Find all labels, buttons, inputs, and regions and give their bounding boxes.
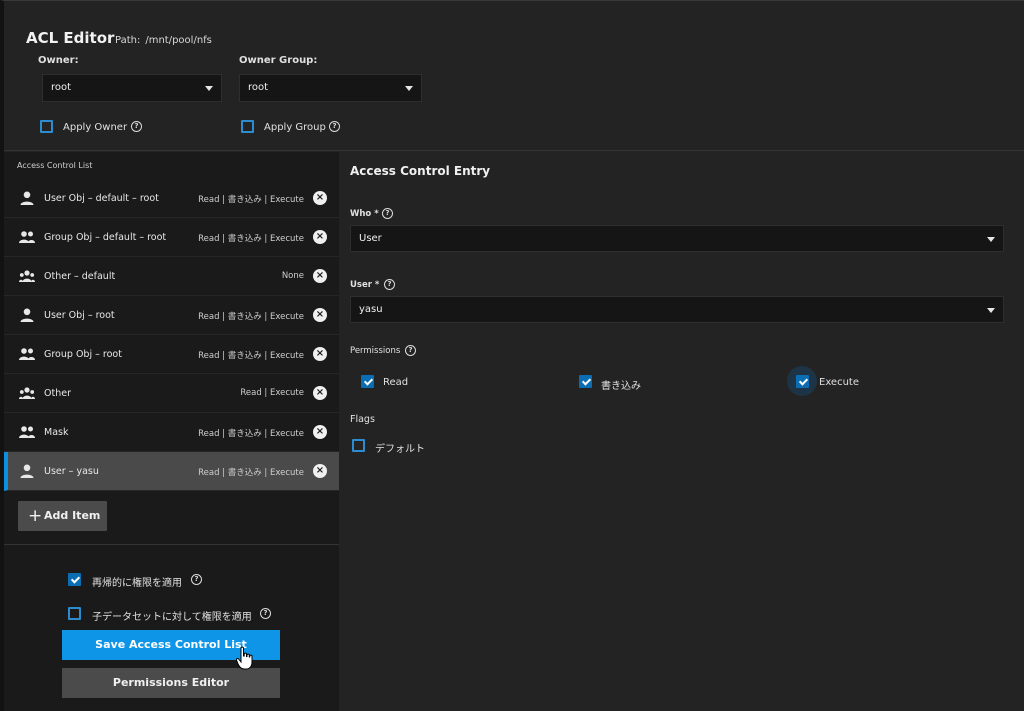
- flags-label: Flags: [350, 414, 375, 425]
- acl-item-name: User – yasu: [44, 466, 99, 477]
- permission-write-checkbox[interactable]: [579, 375, 592, 388]
- acl-item-name: Group Obj – root: [44, 349, 122, 360]
- acl-item-name: User Obj – root: [44, 310, 115, 321]
- acl-item[interactable]: Group Obj – default – root Read | 書き込み |…: [4, 218, 339, 257]
- permission-write-label: 書き込み: [601, 381, 641, 392]
- user-label: User *: [350, 280, 380, 290]
- group-icon: [19, 348, 35, 360]
- recursive-checkbox[interactable]: [68, 573, 81, 586]
- chevron-down-icon: [987, 237, 995, 242]
- user-icon: [20, 191, 34, 205]
- apply-group-label: Apply Group: [264, 122, 326, 133]
- dataset-path: Path: /mnt/pool/nfs: [115, 35, 212, 46]
- user-select-value: yasu: [359, 304, 383, 315]
- acl-item[interactable]: User Obj – default – root Read | 書き込み | …: [4, 179, 339, 218]
- acl-item[interactable]: User Obj – root Read | 書き込み | Execute ×: [4, 296, 339, 335]
- group-icon: [19, 231, 35, 243]
- path-value: /mnt/pool/nfs: [145, 35, 212, 46]
- everyone-icon: [19, 270, 35, 282]
- path-label: Path:: [115, 35, 141, 46]
- apply-owner-label: Apply Owner: [63, 122, 128, 133]
- acl-item-name: Group Obj – default – root: [44, 232, 167, 243]
- help-icon[interactable]: ?: [382, 208, 393, 219]
- user-select[interactable]: yasu: [350, 296, 1004, 323]
- hand-cursor-icon: [236, 646, 253, 670]
- acl-item[interactable]: Other – default None ×: [4, 257, 339, 296]
- recursive-label: 再帰的に権限を適用: [92, 578, 182, 589]
- add-item-button[interactable]: + Add Item: [18, 501, 107, 531]
- permissions-label: Permissions: [350, 346, 401, 356]
- acl-item[interactable]: Mask Read | 書き込み | Execute ×: [4, 413, 339, 452]
- remove-icon[interactable]: ×: [313, 230, 327, 244]
- owner-group-select[interactable]: root: [239, 74, 422, 102]
- remove-icon[interactable]: ×: [313, 347, 327, 361]
- acl-item-name: Other – default: [44, 271, 116, 282]
- acl-item-permissions: Read | 書き込み | Execute: [198, 468, 304, 478]
- acl-item-selected[interactable]: User – yasu Read | 書き込み | Execute ×: [4, 452, 339, 491]
- apply-owner-checkbox[interactable]: [40, 120, 53, 133]
- chevron-down-icon: [205, 86, 213, 91]
- help-icon[interactable]: ?: [191, 574, 202, 585]
- user-icon: [20, 464, 34, 478]
- acl-item-permissions: Read | 書き込み | Execute: [198, 312, 304, 322]
- remove-icon[interactable]: ×: [313, 425, 327, 439]
- who-select[interactable]: User: [350, 225, 1004, 252]
- acl-editor-header: ACL Editor Path: /mnt/pool/nfs Owner: roo…: [4, 1, 1024, 151]
- acl-item-name: Mask: [44, 427, 69, 438]
- acl-item-name: User Obj – default – root: [44, 193, 159, 204]
- permission-execute-label: Execute: [819, 377, 859, 388]
- permission-read-checkbox[interactable]: [361, 375, 374, 388]
- add-item-label: Add Item: [44, 509, 101, 522]
- access-control-list-panel: Access Control List User Obj – default –…: [4, 152, 339, 711]
- acl-item[interactable]: Other Read | Execute ×: [4, 374, 339, 413]
- remove-icon[interactable]: ×: [313, 308, 327, 322]
- help-icon[interactable]: ?: [384, 279, 395, 290]
- flag-default-label: デフォルト: [375, 444, 425, 455]
- acl-item-permissions: Read | 書き込み | Execute: [198, 195, 304, 205]
- help-icon[interactable]: ?: [131, 121, 142, 132]
- owner-select[interactable]: root: [42, 74, 222, 102]
- remove-icon[interactable]: ×: [313, 191, 327, 205]
- permissions-editor-button[interactable]: Permissions Editor: [62, 668, 280, 698]
- remove-icon[interactable]: ×: [313, 269, 327, 283]
- acl-list-title: Access Control List: [17, 161, 93, 170]
- owner-select-value: root: [51, 82, 72, 93]
- divider: [4, 544, 339, 545]
- access-control-entry-panel: Access Control Entry Who * ? User User *…: [339, 152, 1024, 711]
- acl-item[interactable]: Group Obj – root Read | 書き込み | Execute ×: [4, 335, 339, 374]
- chevron-down-icon: [987, 308, 995, 313]
- flag-default-checkbox[interactable]: [352, 439, 365, 452]
- acl-item-name: Other: [44, 388, 71, 399]
- acl-item-permissions: Read | Execute: [240, 388, 304, 398]
- owner-group-select-value: root: [248, 82, 269, 93]
- plus-icon: +: [28, 506, 43, 526]
- who-label: Who *: [350, 209, 379, 219]
- help-icon[interactable]: ?: [405, 345, 416, 356]
- everyone-icon: [19, 387, 35, 399]
- permission-execute-checkbox[interactable]: [796, 375, 809, 388]
- acl-item-permissions: Read | 書き込み | Execute: [198, 429, 304, 439]
- help-icon[interactable]: ?: [260, 608, 271, 619]
- child-datasets-label: 子データセットに対して権限を適用: [92, 612, 252, 623]
- who-select-value: User: [359, 233, 382, 244]
- chevron-down-icon: [405, 86, 413, 91]
- owner-group-label: Owner Group:: [239, 55, 318, 66]
- acl-item-permissions: Read | 書き込み | Execute: [198, 234, 304, 244]
- user-icon: [20, 308, 34, 322]
- entry-title: Access Control Entry: [350, 164, 491, 178]
- permission-read-label: Read: [383, 377, 409, 388]
- page-title: ACL Editor: [26, 29, 115, 47]
- remove-icon[interactable]: ×: [313, 386, 327, 400]
- acl-item-permissions: None: [281, 271, 304, 281]
- help-icon[interactable]: ?: [329, 121, 340, 132]
- acl-item-permissions: Read | 書き込み | Execute: [198, 351, 304, 361]
- child-datasets-checkbox[interactable]: [68, 607, 81, 620]
- remove-icon[interactable]: ×: [313, 464, 327, 478]
- owner-label: Owner:: [38, 55, 79, 66]
- apply-group-checkbox[interactable]: [241, 120, 254, 133]
- group-icon: [19, 426, 35, 438]
